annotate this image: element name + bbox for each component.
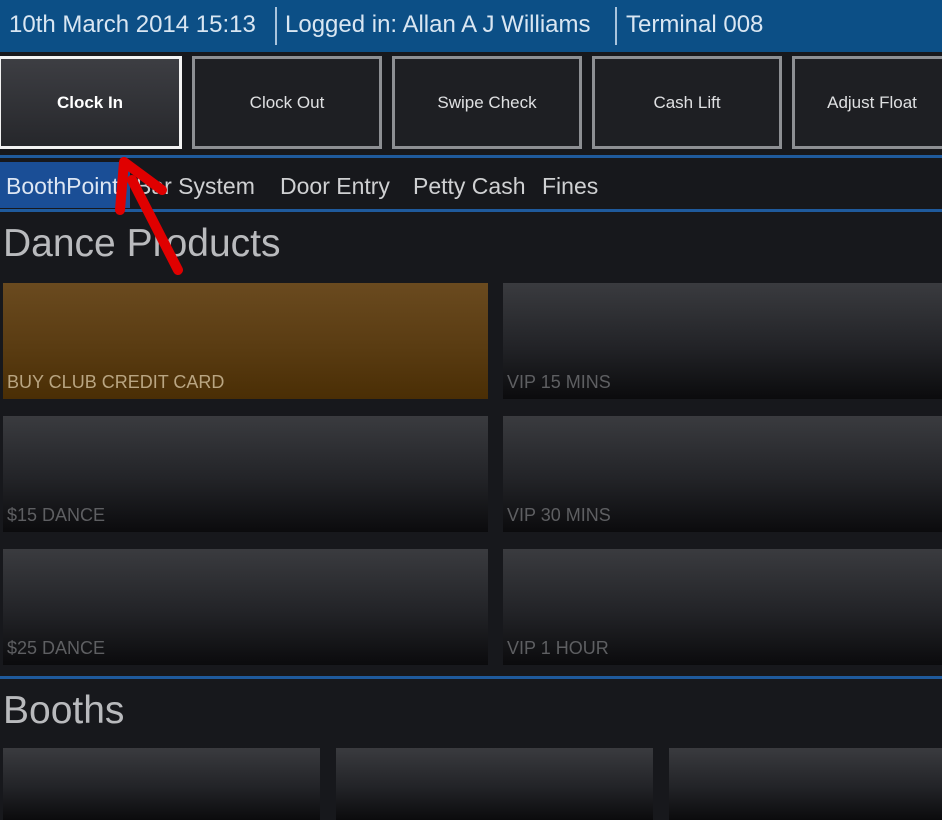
product-tile-vip-1-hour[interactable]: VIP 1 HOUR	[503, 549, 942, 665]
booths-heading: Booths	[3, 689, 125, 732]
adjust-float-button[interactable]: Adjust Float	[792, 56, 942, 149]
product-label: VIP 1 HOUR	[507, 638, 609, 658]
booth-tile[interactable]	[3, 748, 320, 820]
swipe-check-button[interactable]: Swipe Check	[392, 56, 582, 149]
product-label: BUY CLUB CREDIT CARD	[7, 372, 225, 392]
logged-in-label: Logged in: Allan A J Williams	[285, 11, 591, 38]
tab-boothpoint[interactable]: BoothPoint	[0, 162, 130, 208]
booth-tile[interactable]	[669, 748, 942, 820]
tab-door-entry[interactable]: Door Entry	[280, 162, 390, 208]
divider	[0, 209, 942, 212]
status-bar: 10th March 2014 15:13 Logged in: Allan A…	[0, 0, 942, 52]
clock-out-button[interactable]: Clock Out	[192, 56, 382, 149]
status-divider	[615, 7, 617, 45]
tab-fines[interactable]: Fines	[542, 162, 598, 208]
terminal-label: Terminal 008	[626, 11, 764, 38]
product-label: $15 DANCE	[7, 505, 106, 525]
product-tile-25-dance[interactable]: $25 DANCE	[3, 549, 488, 665]
status-divider	[275, 7, 277, 45]
clock-in-button[interactable]: Clock In	[0, 56, 182, 149]
tab-bar-system[interactable]: Bar System	[136, 162, 255, 208]
pos-screen: 10th March 2014 15:13 Logged in: Allan A…	[0, 0, 942, 820]
datetime-label: 10th March 2014 15:13	[9, 11, 256, 38]
divider	[0, 676, 942, 679]
divider	[0, 155, 942, 158]
product-label: VIP 15 MINS	[507, 372, 611, 392]
product-label: $25 DANCE	[7, 638, 106, 658]
product-tile-15-dance[interactable]: $15 DANCE	[3, 416, 488, 532]
cash-lift-button[interactable]: Cash Lift	[592, 56, 782, 149]
product-label: VIP 30 MINS	[507, 505, 611, 525]
product-tile-buy-club-credit-card[interactable]: BUY CLUB CREDIT CARD	[3, 283, 488, 399]
booth-tile[interactable]	[336, 748, 653, 820]
product-tile-vip-15-mins[interactable]: VIP 15 MINS	[503, 283, 942, 399]
dance-products-heading: Dance Products	[3, 222, 281, 265]
product-tile-vip-30-mins[interactable]: VIP 30 MINS	[503, 416, 942, 532]
tab-petty-cash[interactable]: Petty Cash	[413, 162, 526, 208]
